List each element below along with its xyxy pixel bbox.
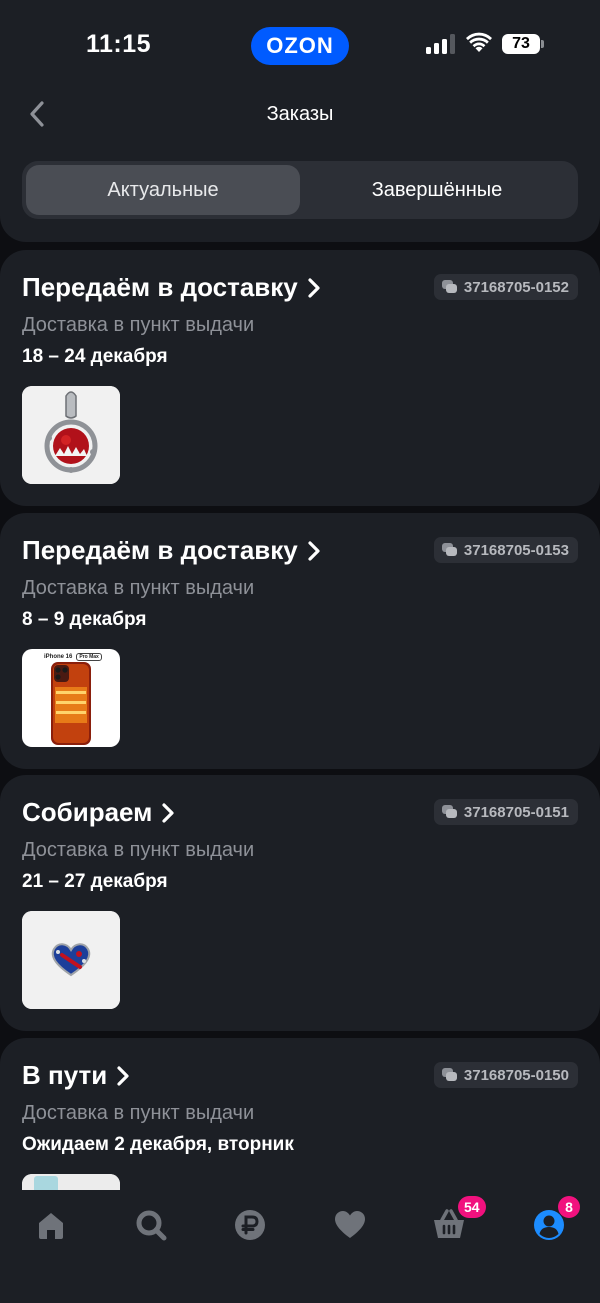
order-card[interactable]: Собираем 37168705-0151 Доставка в пункт … — [0, 775, 600, 1031]
home-icon[interactable] — [34, 1208, 68, 1242]
delivery-date: 18 – 24 декабря — [22, 346, 168, 367]
copy-chat-icon — [441, 1068, 457, 1081]
order-status-label: Передаём в доставку — [22, 535, 298, 565]
battery-indicator: 73 — [502, 34, 540, 54]
phone-case-image — [51, 662, 91, 745]
heart-icon[interactable] — [333, 1208, 367, 1242]
status-bar: 11:15 OZON 73 — [0, 0, 600, 90]
tab-completed-orders[interactable]: Завершённые — [300, 165, 574, 215]
copy-chat-icon — [441, 280, 457, 293]
ozon-logo: OZON — [251, 27, 349, 65]
order-number: 37168705-0150 — [463, 1066, 569, 1084]
order-status[interactable]: Передаём в доставку — [22, 272, 320, 303]
bottom-navigation: 54 8 — [0, 1190, 600, 1303]
delivery-type: Доставка в пункт выдачи — [22, 314, 255, 336]
copy-chat-icon — [441, 543, 457, 556]
order-status[interactable]: В пути — [22, 1060, 129, 1091]
orders-tab-switch: Актуальные Завершённые — [22, 161, 578, 219]
ruble-icon[interactable] — [233, 1208, 267, 1242]
cart-count-badge: 54 — [458, 1196, 486, 1218]
order-number-badge[interactable]: 37168705-0150 — [433, 1062, 578, 1088]
order-card[interactable]: Передаём в доставку 37168705-0152 Достав… — [0, 250, 600, 506]
wifi-icon — [466, 32, 492, 52]
chevron-right-icon — [308, 540, 320, 561]
order-status-label: В пути — [22, 1060, 108, 1090]
copy-chat-icon — [441, 805, 457, 818]
tab-active-orders[interactable]: Актуальные — [26, 165, 300, 215]
order-status[interactable]: Собираем — [22, 797, 175, 828]
cellular-signal-icon — [426, 34, 455, 54]
product-thumbnail-phone-case[interactable]: iPhone 16 Pro Max — [22, 649, 120, 747]
order-status-label: Собираем — [22, 797, 153, 827]
product-thumbnail-pendant[interactable] — [22, 386, 120, 484]
order-card[interactable]: Передаём в доставку 37168705-0153 Достав… — [0, 513, 600, 769]
order-number: 37168705-0152 — [463, 278, 569, 296]
order-number-badge[interactable]: 37168705-0152 — [433, 274, 578, 300]
heart-charm-image — [22, 911, 120, 1009]
delivery-date: Ожидаем 2 декабря, вторник — [22, 1134, 294, 1155]
status-time: 11:15 — [86, 30, 152, 58]
profile-notification-badge: 8 — [558, 1196, 580, 1218]
order-number-badge[interactable]: 37168705-0151 — [433, 799, 578, 825]
chevron-right-icon — [308, 277, 320, 298]
order-number: 37168705-0151 — [463, 803, 569, 821]
pendant-image — [22, 386, 120, 484]
chevron-right-icon — [117, 1065, 129, 1086]
order-status[interactable]: Передаём в доставку — [22, 535, 320, 566]
delivery-date: 8 – 9 декабря — [22, 609, 147, 630]
product-thumbnail-heart-charm[interactable] — [22, 911, 120, 1009]
delivery-date: 21 – 27 декабря — [22, 871, 168, 892]
search-icon[interactable] — [134, 1208, 168, 1242]
delivery-type: Доставка в пункт выдачи — [22, 1102, 255, 1124]
order-status-label: Передаём в доставку — [22, 272, 298, 302]
order-number-badge[interactable]: 37168705-0153 — [433, 537, 578, 563]
order-number: 37168705-0153 — [463, 541, 569, 559]
header-panel: 11:15 OZON 73 Заказы Актуальные Завершён… — [0, 0, 600, 242]
delivery-type: Доставка в пункт выдачи — [22, 577, 255, 599]
battery-tip — [541, 40, 544, 48]
chevron-right-icon — [162, 802, 175, 823]
page-title: Заказы — [266, 103, 334, 125]
delivery-type: Доставка в пункт выдачи — [22, 839, 255, 861]
